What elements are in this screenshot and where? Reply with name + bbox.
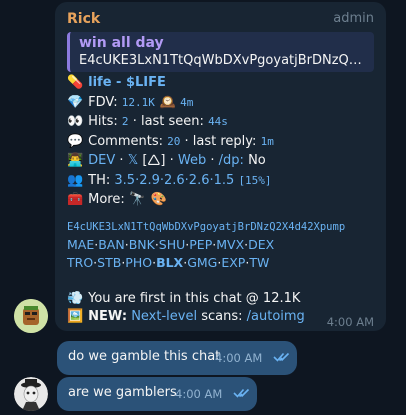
outgoing-message[interactable]: are we gamblers 4:00 AM (57, 377, 257, 411)
fdv-label: FDV: (88, 94, 118, 110)
pill-icon: 💊 (67, 75, 84, 90)
double-check-icon (273, 352, 290, 362)
outgoing-message[interactable]: do we gamble this chat 4:00 AM (57, 341, 297, 375)
eyes-icon: 👀 (67, 114, 84, 129)
speech-bubble-icon: 💬 (67, 133, 84, 149)
th-values: 3.5·2.9·2.6·2.6·1.5 (114, 172, 235, 188)
contract-address[interactable]: E4cUKE3LxN1TtQqWbDXvPgoyatjBrDNzQ2X4d42X… (67, 221, 345, 233)
message-time: 4:00 AM (215, 351, 263, 365)
scans-text: scans: (201, 309, 243, 324)
last-seen-value: 44s (208, 115, 228, 128)
ticker-link[interactable]: BAN (98, 237, 124, 252)
ticker-row-2: TRO·STB·PHO·BLX·GMG·EXP·TW (67, 254, 274, 272)
ticker-link[interactable]: BLX (156, 255, 183, 270)
ticker-link[interactable]: PEP (189, 237, 212, 252)
quote-text: E4cUKE3LxN1TtQqWbDXvPgoyatjBrDNzQ2X4d... (79, 53, 368, 68)
token-link[interactable]: life - $LIFE (88, 75, 166, 90)
quote-title: win all day (79, 35, 164, 51)
x-link[interactable]: 𝕏 (128, 153, 138, 168)
sender-role: admin (333, 11, 374, 26)
ticker-link[interactable]: GMG (187, 255, 217, 270)
fdv-age: 4m (180, 95, 194, 109)
last-reply-label: · last reply: (184, 133, 257, 149)
th-label: TH: (88, 172, 111, 188)
diamond-icon: 💎 (67, 94, 84, 110)
message-text: do we gamble this chat (68, 349, 221, 364)
ticker-link[interactable]: STB (97, 255, 121, 270)
clock-icon: 🕰️ (159, 94, 176, 110)
picture-icon: 🖼️ (67, 309, 84, 324)
ticker-link[interactable]: TW (249, 255, 269, 270)
binoculars-icon[interactable]: 🔭 (129, 190, 146, 210)
ticker-link[interactable]: BNK (129, 237, 155, 252)
palette-icon[interactable]: 🎨 (150, 190, 167, 210)
sender-name[interactable]: Rick (67, 11, 100, 27)
hits-label: Hits: (88, 114, 118, 129)
fdv-value: 12.1K (121, 95, 155, 109)
last-seen-label: · last seen: (132, 114, 204, 129)
web-link[interactable]: Web (178, 153, 206, 168)
ticker-link[interactable]: MVX (216, 237, 244, 252)
ticker-link[interactable]: PHO (125, 255, 152, 270)
th-total: [15%] (238, 173, 272, 187)
autoimg-command[interactable]: /autoimg (247, 309, 305, 324)
hits-value: 2 (121, 115, 129, 128)
dev-link[interactable]: DEV (88, 153, 115, 168)
bot-avatar[interactable] (14, 299, 48, 333)
dp-command[interactable]: /dp: (219, 153, 244, 168)
incoming-message[interactable]: Rick admin win all day E4cUKE3LxN1TtQqWb… (55, 2, 386, 331)
comments-value: 20 (167, 134, 181, 148)
more-label: More: (88, 192, 125, 207)
token-info: 💊 life - $LIFE 💎 FDV: 12.1K 🕰️ 4m 👀 Hits… (67, 73, 274, 210)
new-feature: 🖼️ NEW: Next-level scans: /autoimg (67, 309, 305, 324)
double-check-icon (233, 388, 250, 398)
first-text: You are first in this chat @ 12.1K (88, 291, 301, 306)
new-label: NEW: (88, 309, 128, 324)
message-time: 4:00 AM (175, 387, 223, 401)
message-text: are we gamblers (68, 385, 177, 400)
last-reply-value: 1m (260, 134, 274, 148)
ticker-row-1: MAE·BAN·BNK·SHU·PEP·MVX·DEX (67, 236, 274, 254)
ticker-link[interactable]: MAE (67, 237, 94, 252)
reply-quote[interactable]: win all day E4cUKE3LxN1TtQqWbDXvPgoyatjB… (67, 32, 374, 72)
toolbox-icon: 🧰 (67, 192, 84, 207)
user-avatar[interactable] (14, 377, 48, 411)
ticker-link[interactable]: SHU (159, 237, 185, 252)
dash-icon: 💨 (67, 291, 84, 306)
dp-value: No (248, 153, 266, 168)
next-level-link[interactable]: Next-level (131, 309, 197, 324)
ticker-link[interactable]: TRO (67, 255, 93, 270)
ticker-link[interactable]: EXP (221, 255, 245, 270)
ticker-link[interactable]: DEX (248, 237, 274, 252)
comments-label: Comments: (88, 133, 163, 149)
first-in-chat: 💨 You are first in this chat @ 12.1K (67, 291, 300, 306)
holders-icon: 👥 (67, 172, 84, 188)
message-time: 4:00 AM (326, 315, 374, 329)
ticker-links: MAE·BAN·BNK·SHU·PEP·MVX·DEX TRO·STB·PHO·… (67, 236, 274, 272)
developer-icon: 👨‍💻 (67, 153, 84, 168)
x-extra: [🛆] (142, 153, 166, 168)
